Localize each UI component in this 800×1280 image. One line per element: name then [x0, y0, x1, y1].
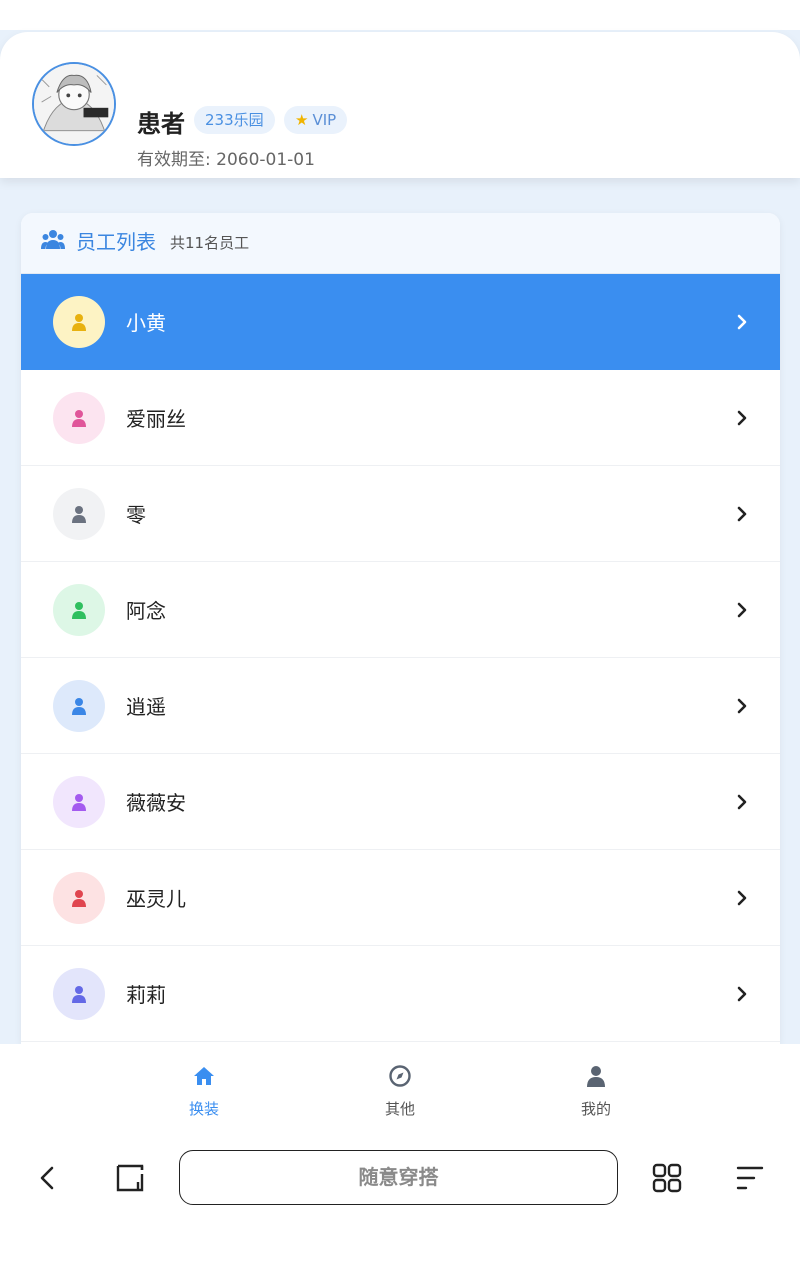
nav-tab-other[interactable]: 其他	[360, 1064, 440, 1119]
employee-row[interactable]: 巫灵儿	[21, 850, 780, 946]
employee-avatar	[53, 488, 105, 540]
employee-name: 莉莉	[126, 983, 166, 1007]
back-arrow-icon[interactable]	[32, 1162, 64, 1194]
user-icon	[72, 506, 86, 523]
employee-avatar	[53, 872, 105, 924]
star-icon: ★	[295, 111, 309, 129]
profile-avatar[interactable]	[32, 62, 116, 146]
compass-icon	[389, 1065, 411, 1087]
employee-list: 小黄爱丽丝零阿念逍遥薇薇安巫灵儿莉莉	[21, 274, 780, 1042]
employee-avatar	[53, 584, 105, 636]
employee-avatar	[53, 296, 105, 348]
employee-row[interactable]: 阿念	[21, 562, 780, 658]
window-icon[interactable]	[114, 1162, 146, 1194]
chevron-right-icon	[737, 410, 747, 426]
anime-avatar-image	[34, 64, 114, 144]
employee-row[interactable]: 薇薇安	[21, 754, 780, 850]
home-icon	[194, 1067, 214, 1085]
employee-avatar	[53, 968, 105, 1020]
user-icon	[72, 314, 86, 331]
chevron-right-icon	[737, 602, 747, 618]
employee-avatar	[53, 680, 105, 732]
chevron-right-icon	[737, 506, 747, 522]
employee-name: 爱丽丝	[126, 407, 186, 431]
employee-name: 阿念	[126, 599, 166, 623]
employee-row[interactable]: 莉莉	[21, 946, 780, 1042]
employee-avatar	[53, 776, 105, 828]
employee-list-header: 员工列表 共11名员工	[21, 213, 780, 274]
chevron-right-icon	[737, 794, 747, 810]
profile-card: 患者 233乐园 ★ VIP 有效期至: 2060-01-01	[0, 32, 800, 178]
employee-row[interactable]: 爱丽丝	[21, 370, 780, 466]
expiry-date: 有效期至: 2060-01-01	[137, 150, 315, 170]
user-icon	[72, 602, 86, 619]
user-icon	[72, 890, 86, 907]
park-badge: 233乐园	[194, 106, 275, 134]
users-icon	[41, 230, 65, 249]
chevron-right-icon	[737, 890, 747, 906]
nav-tab-dressup[interactable]: 换装	[164, 1064, 244, 1119]
employee-row[interactable]: 小黄	[21, 274, 780, 370]
nav-tab-mine[interactable]: 我的	[556, 1064, 636, 1119]
vip-badge: ★ VIP	[284, 106, 348, 134]
employee-name: 零	[126, 503, 146, 527]
user-icon	[72, 698, 86, 715]
employee-name: 薇薇安	[126, 791, 186, 815]
user-icon	[72, 794, 86, 811]
bottom-nav: 换装 其他 我的	[0, 1044, 800, 1140]
chevron-right-icon	[737, 698, 747, 714]
menu-icon[interactable]	[734, 1162, 766, 1194]
employee-name: 小黄	[126, 311, 166, 335]
user-icon	[587, 1066, 605, 1087]
user-icon	[72, 410, 86, 427]
chevron-right-icon	[737, 314, 747, 330]
chevron-right-icon	[737, 986, 747, 1002]
nav-label-other: 其他	[384, 1100, 415, 1118]
grid-icon[interactable]	[651, 1162, 683, 1194]
employee-list-title: 员工列表	[76, 230, 156, 254]
employee-count: 共11名员工	[170, 234, 250, 252]
employee-name: 巫灵儿	[126, 887, 186, 911]
employee-avatar	[53, 392, 105, 444]
employee-row[interactable]: 零	[21, 466, 780, 562]
profile-name: 患者	[137, 110, 185, 138]
browser-toolbar: 随意穿搭	[0, 1140, 800, 1280]
employee-list-card: 员工列表 共11名员工 小黄爱丽丝零阿念逍遥薇薇安巫灵儿莉莉	[21, 213, 780, 1044]
page-title-bar[interactable]: 随意穿搭	[179, 1150, 618, 1205]
vip-label: VIP	[312, 111, 337, 129]
user-icon	[72, 986, 86, 1003]
nav-label-dressup: 换装	[188, 1100, 219, 1118]
employee-name: 逍遥	[126, 695, 166, 719]
nav-label-mine: 我的	[580, 1100, 611, 1118]
employee-row[interactable]: 逍遥	[21, 658, 780, 754]
